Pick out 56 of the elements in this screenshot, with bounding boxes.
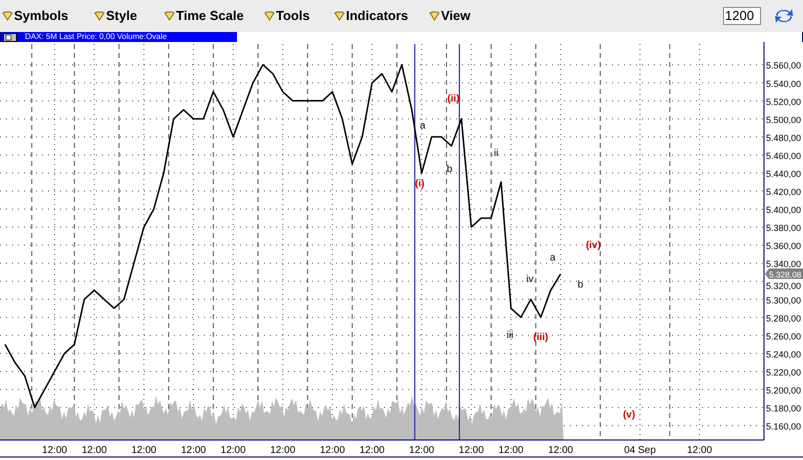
chart-title: DAX: 5M Last Price: 0,00 Volume:Ovale bbox=[25, 32, 167, 42]
x-axis-label: 12:00 bbox=[360, 445, 385, 456]
y-axis-label: 5.480,00 bbox=[766, 132, 802, 143]
menu-button[interactable]: Symbols bbox=[2, 6, 94, 26]
wave-label: b bbox=[446, 164, 452, 176]
y-axis-label: 5.380,00 bbox=[766, 223, 802, 234]
wave-label: (v) bbox=[622, 409, 636, 420]
x-axis-label: 12:00 bbox=[687, 445, 712, 456]
y-axis-label: 5.520,00 bbox=[766, 96, 802, 107]
wave-label: iv bbox=[526, 274, 534, 286]
wave-label: b bbox=[578, 280, 584, 290]
y-axis-label: 5.220,00 bbox=[766, 367, 802, 378]
menu-button[interactable]: View bbox=[429, 6, 489, 26]
y-axis-label: 5.240,00 bbox=[766, 349, 802, 360]
y-axis-label: 5.440,00 bbox=[766, 169, 802, 179]
y-axis-label: 5.260,00 bbox=[766, 331, 802, 342]
y-axis-label: 5.300,00 bbox=[766, 295, 802, 306]
wave-label: iii bbox=[506, 330, 514, 341]
x-axis-label: 12:00 bbox=[409, 445, 434, 456]
x-axis-label: 12:00 bbox=[320, 445, 345, 456]
y-axis-label: 5.460,00 bbox=[766, 150, 802, 161]
y-axis-label: 5.540,00 bbox=[766, 78, 802, 89]
wave-label: (ii) bbox=[447, 94, 460, 105]
menu-button[interactable]: Tools bbox=[264, 6, 334, 26]
wave-label: (i) bbox=[414, 178, 424, 190]
x-axis-label: 12:00 bbox=[548, 445, 574, 456]
x-axis-label: 12:00 bbox=[220, 445, 246, 456]
wave-label: a bbox=[550, 252, 556, 264]
y-axis-label: 5.320,00 bbox=[766, 281, 802, 292]
y-axis-label: 5.280,00 bbox=[766, 313, 802, 324]
x-axis-label: 12:00 bbox=[458, 445, 484, 456]
wave-label: (iv) bbox=[586, 240, 601, 251]
bar-count-field[interactable]: 1200 bbox=[723, 7, 761, 25]
wave-label: ii bbox=[494, 148, 498, 159]
y-axis-label: 5.200,00 bbox=[766, 385, 802, 396]
y-axis-label: 5.160,00 bbox=[766, 422, 802, 432]
menu-button[interactable]: Style bbox=[94, 6, 164, 26]
wave-label: a bbox=[420, 120, 426, 132]
x-axis-label: 12:00 bbox=[131, 445, 156, 456]
y-axis-label: 5.560,00 bbox=[766, 60, 802, 71]
wave-label: (iii) bbox=[533, 332, 548, 343]
menu-button[interactable]: Indicators bbox=[334, 6, 429, 26]
y-axis-label: 5.400,00 bbox=[766, 205, 802, 216]
x-axis-label: 12:00 bbox=[42, 445, 68, 456]
y-axis-label: 5.420,00 bbox=[766, 187, 802, 198]
x-axis-label: 12:00 bbox=[270, 445, 296, 456]
x-axis-label: 12:00 bbox=[498, 445, 524, 456]
menu-button[interactable]: Time Scale bbox=[164, 6, 264, 26]
x-axis-label: 12:00 bbox=[180, 445, 206, 456]
y-axis-label: 5.180,00 bbox=[766, 404, 802, 414]
last-price-tag: 5.328,08 bbox=[765, 268, 803, 280]
x-axis-label: 12:00 bbox=[82, 445, 107, 456]
y-axis-label: 5.360,00 bbox=[766, 241, 802, 252]
y-axis-label: 5.340,00 bbox=[766, 259, 802, 270]
x-axis-label: 04 Sep bbox=[624, 445, 656, 456]
y-axis-label: 5.500,00 bbox=[766, 114, 802, 125]
